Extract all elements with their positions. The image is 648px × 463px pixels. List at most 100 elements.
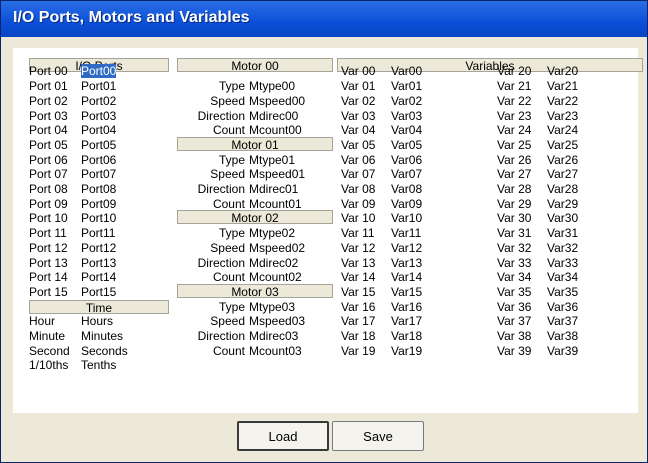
- variable-value[interactable]: Var08: [391, 182, 422, 196]
- variable-value[interactable]: Var04: [391, 123, 422, 137]
- motor-header: Motor 02: [177, 210, 333, 225]
- save-button[interactable]: Save: [332, 421, 424, 451]
- variable-value[interactable]: Var39: [547, 344, 578, 358]
- motor-value[interactable]: Mspeed00: [249, 94, 305, 108]
- variable-value[interactable]: Var30: [547, 211, 578, 225]
- variable-value[interactable]: Var10: [391, 211, 422, 225]
- variable-value[interactable]: Var36: [547, 300, 578, 314]
- variable-value[interactable]: Var32: [547, 241, 578, 255]
- variable-value[interactable]: Var25: [547, 138, 578, 152]
- variable-value[interactable]: Var17: [391, 314, 422, 328]
- variable-value[interactable]: Var18: [391, 329, 422, 343]
- motor-value[interactable]: Mcount02: [249, 270, 302, 284]
- variable-label: Var 07: [341, 167, 376, 182]
- variable-value[interactable]: Var20: [547, 64, 578, 78]
- variable-value[interactable]: Var28: [547, 182, 578, 196]
- port-label: Port 12: [29, 240, 68, 255]
- motor-value[interactable]: Mspeed03: [249, 314, 305, 328]
- port-value[interactable]: Port11: [81, 226, 115, 240]
- variable-value[interactable]: Var21: [547, 79, 578, 93]
- variable-value[interactable]: Var06: [391, 153, 422, 167]
- port-value[interactable]: Port15: [81, 285, 116, 299]
- motor-value[interactable]: Mtype02: [249, 226, 295, 240]
- variable-value[interactable]: Var15: [391, 285, 422, 299]
- time-label: Minute: [29, 329, 66, 344]
- variable-value[interactable]: Var07: [391, 167, 422, 181]
- variable-value[interactable]: Var12: [391, 241, 422, 255]
- variable-value[interactable]: Var29: [547, 197, 578, 211]
- time-value[interactable]: Minutes: [81, 329, 123, 343]
- variable-value[interactable]: Var03: [391, 109, 422, 123]
- variable-value[interactable]: Var01: [391, 79, 422, 93]
- motor-value[interactable]: Mtype00: [249, 79, 295, 93]
- motor-value[interactable]: Mcount03: [249, 344, 302, 358]
- motor-label: Speed: [210, 314, 245, 329]
- port-label: Port 07: [29, 167, 68, 182]
- port-label: Port 06: [29, 152, 68, 167]
- variable-label: Var 21: [497, 79, 532, 94]
- port-value[interactable]: Port00: [81, 64, 117, 79]
- variable-value[interactable]: Var09: [391, 197, 422, 211]
- port-value[interactable]: Port12: [81, 241, 116, 255]
- time-value[interactable]: Seconds: [81, 344, 128, 358]
- load-button[interactable]: Load: [237, 421, 329, 451]
- motor-value[interactable]: Mdirec02: [249, 256, 298, 270]
- variable-value[interactable]: Var14: [391, 270, 422, 284]
- port-value[interactable]: Port14: [81, 270, 116, 284]
- port-label: Port 10: [29, 211, 68, 226]
- motor-value[interactable]: Mdirec03: [249, 329, 298, 343]
- variable-value[interactable]: Var27: [547, 167, 578, 181]
- motor-value[interactable]: Mspeed02: [249, 241, 305, 255]
- variable-value[interactable]: Var16: [391, 300, 422, 314]
- motor-value[interactable]: Mcount01: [249, 197, 302, 211]
- variable-value[interactable]: Var33: [547, 256, 578, 270]
- variable-value[interactable]: Var05: [391, 138, 422, 152]
- variable-value[interactable]: Var35: [547, 285, 578, 299]
- variable-value[interactable]: Var02: [391, 94, 422, 108]
- port-value[interactable]: Port03: [81, 109, 116, 123]
- port-value[interactable]: Port01: [81, 79, 116, 93]
- port-label: Port 08: [29, 182, 68, 197]
- variable-value[interactable]: Var38: [547, 329, 578, 343]
- motor-value[interactable]: Mtype01: [249, 153, 295, 167]
- variable-value[interactable]: Var11: [391, 226, 421, 240]
- port-value[interactable]: Port08: [81, 182, 116, 196]
- variable-value[interactable]: Var13: [391, 256, 422, 270]
- variable-value[interactable]: Var24: [547, 123, 578, 137]
- port-value[interactable]: Port04: [81, 123, 116, 137]
- motor-value[interactable]: Mtype03: [249, 300, 295, 314]
- title-bar[interactable]: I/O Ports, Motors and Variables: [1, 1, 647, 37]
- motor-value[interactable]: Mdirec00: [249, 109, 298, 123]
- variable-value[interactable]: Var31: [547, 226, 578, 240]
- variable-value[interactable]: Var37: [547, 314, 578, 328]
- variable-label: Var 39: [497, 343, 532, 358]
- motor-value[interactable]: Mdirec01: [249, 182, 298, 196]
- variable-value[interactable]: Var34: [547, 270, 578, 284]
- port-value[interactable]: Port06: [81, 153, 116, 167]
- variable-value[interactable]: Var23: [547, 109, 578, 123]
- motor-value[interactable]: Mcount00: [249, 123, 302, 137]
- port-value[interactable]: Port05: [81, 138, 116, 152]
- motor-value[interactable]: Mspeed01: [249, 167, 305, 181]
- variable-value[interactable]: Var26: [547, 153, 578, 167]
- motor-label: Direction: [197, 108, 245, 123]
- variable-value[interactable]: Var00: [391, 64, 422, 78]
- port-label: Port 11: [29, 226, 67, 241]
- motor-label: Type: [218, 299, 245, 314]
- variable-value[interactable]: Var19: [391, 344, 422, 358]
- variable-value[interactable]: Var22: [547, 94, 578, 108]
- time-value[interactable]: Hours: [81, 314, 113, 328]
- motor-header: Motor 00: [177, 58, 333, 73]
- time-label: Hour: [29, 314, 56, 329]
- variable-label: Var 19: [341, 343, 376, 358]
- port-value[interactable]: Port09: [81, 197, 116, 211]
- port-value[interactable]: Port10: [81, 211, 116, 225]
- time-value[interactable]: Tenths: [81, 358, 116, 372]
- port-value[interactable]: Port02: [81, 94, 116, 108]
- variable-label: Var 03: [341, 108, 376, 123]
- variable-label: Var 31: [497, 226, 532, 241]
- port-value[interactable]: Port07: [81, 167, 116, 181]
- variable-label: Var 05: [341, 137, 376, 152]
- variable-label: Var 00: [341, 64, 376, 79]
- port-value[interactable]: Port13: [81, 256, 116, 270]
